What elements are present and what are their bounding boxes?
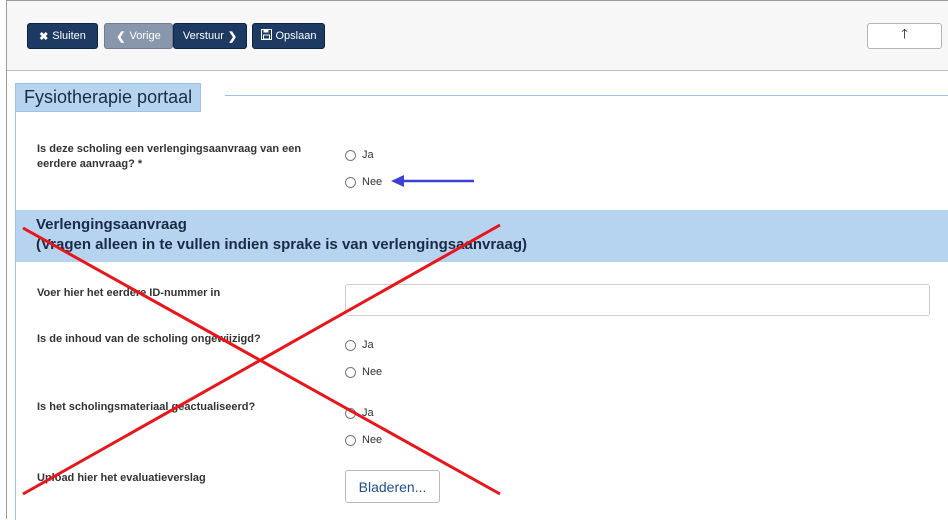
section-header: Verlengingsaanvraag (Vragen alleen in te… [16,210,948,262]
radio-circle[interactable] [345,434,356,446]
radio-material-yes[interactable]: Ja [345,407,374,419]
radio-renewal-yes[interactable]: Ja [345,149,374,161]
previous-button-label: Vorige [129,30,161,42]
save-button[interactable]: Opslaan [252,23,325,49]
radio-circle[interactable] [345,407,356,419]
radio-material-no[interactable]: Nee [345,434,382,446]
toolbar: ✖ Sluiten ❮ Vorige Verstuur ❯ Opslaan 🡑 [7,1,948,71]
send-button[interactable]: Verstuur ❯ [173,23,247,49]
radio-content-yes[interactable]: Ja [345,339,374,351]
question-id-label: Voer hier het eerdere ID-nummer in [37,287,221,299]
previous-button[interactable]: ❮ Vorige [104,23,173,49]
portal-title: Fysiotherapie portaal [15,83,202,112]
radio-circle[interactable] [345,366,356,378]
scroll-top-button[interactable]: 🡑 [867,23,942,49]
form-content: Fysiotherapie portaal Is deze scholing e… [7,72,948,520]
section-subtitle: (Vragen alleen in te vullen indien sprak… [36,236,528,253]
close-button-label: Sluiten [52,30,86,42]
radio-label: Nee [362,434,383,446]
app-window: ✖ Sluiten ❮ Vorige Verstuur ❯ Opslaan 🡑 … [6,0,948,520]
radio-circle[interactable] [345,176,356,188]
save-button-label: Opslaan [275,30,317,42]
radio-label: Ja [362,407,374,419]
question-upload-label: Upload hier het evaluatieverslag [37,472,206,484]
floppy-disk-icon [260,29,272,43]
browse-button[interactable]: Bladeren... [345,470,440,503]
radio-label: Nee [362,176,383,188]
radio-label: Nee [362,366,383,378]
radio-renewal-no[interactable]: Nee [345,176,382,188]
radio-label: Ja [362,149,374,161]
send-button-label: Verstuur [182,30,224,42]
fieldset-border-left [15,110,16,520]
question-content-unchanged-label: Is de inhoud van de scholing ongewijzigd… [37,333,261,345]
question-material-updated-label: Is het scholingsmateriaal geactualiseerd… [37,401,256,413]
radio-circle[interactable] [345,339,356,351]
arrow-up-icon: 🡑 [901,26,908,41]
question-renewal-label: Is deze scholing een verlengingsaanvraag… [37,143,302,170]
close-icon: ✖ [39,30,49,43]
radio-content-no[interactable]: Nee [345,366,382,378]
fieldset-border [225,95,948,96]
chevron-left-icon: ❮ [116,30,126,43]
radio-label: Ja [362,339,374,351]
previous-id-input[interactable] [345,284,930,316]
close-button[interactable]: ✖ Sluiten [27,23,98,49]
section-title: Verlengingsaanvraag [36,216,187,233]
chevron-right-icon: ❯ [227,30,238,43]
radio-circle[interactable] [345,149,356,161]
